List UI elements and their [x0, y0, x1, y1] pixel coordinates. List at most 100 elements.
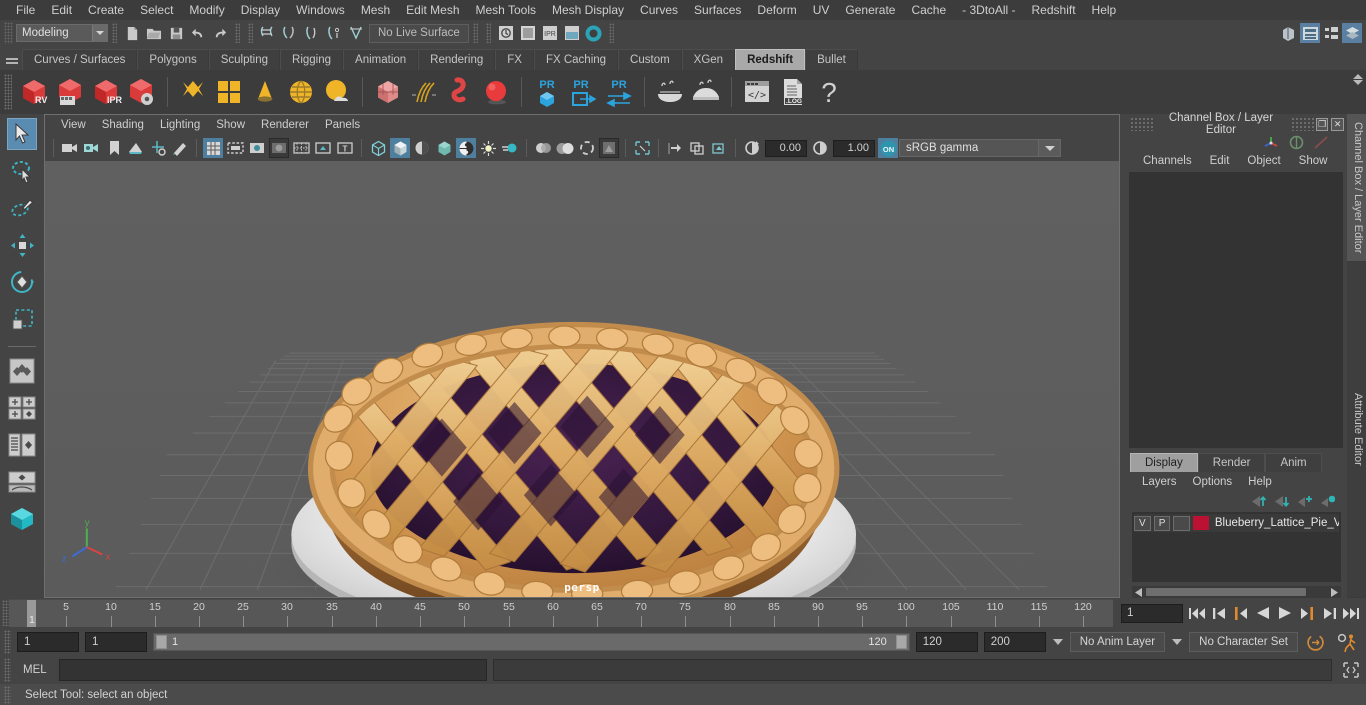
range-slider-right-handle[interactable] — [895, 635, 907, 649]
camera-attributes-icon[interactable] — [82, 138, 102, 158]
shelf-tab-rendering[interactable]: Rendering — [418, 49, 496, 70]
channel-box-content[interactable] — [1129, 172, 1343, 448]
perspective-viewport[interactable]: y z x persp — [45, 161, 1119, 597]
menu-edit-mesh[interactable]: Edit Mesh — [398, 0, 467, 20]
command-line-grip[interactable] — [4, 658, 11, 682]
shelf-grip[interactable] — [4, 74, 12, 110]
scroll-right-icon[interactable] — [1329, 587, 1338, 597]
layer-menu-help[interactable]: Help — [1240, 476, 1280, 488]
menu-set-selector[interactable]: Modeling — [16, 24, 108, 42]
shelf-scroll-down-icon[interactable] — [1353, 80, 1363, 85]
shelf-scroll-up-icon[interactable] — [1353, 74, 1363, 79]
script-editor-icon[interactable] — [1340, 659, 1362, 681]
wireframe-icon[interactable] — [368, 138, 388, 158]
exposure-value-field[interactable]: 0.00 — [765, 139, 807, 157]
layer-menu-layers[interactable]: Layers — [1134, 476, 1185, 488]
redshift-environment-button[interactable] — [319, 74, 355, 110]
redshift-light-cone-button[interactable] — [247, 74, 283, 110]
redo-icon[interactable] — [210, 23, 230, 43]
redshift-material-grid-button[interactable] — [211, 74, 247, 110]
safe-action-icon[interactable] — [313, 138, 333, 158]
shelf-menu-icon[interactable] — [2, 48, 22, 70]
channel-box-menu-channels[interactable]: Channels — [1134, 155, 1201, 167]
animation-preferences-icon[interactable] — [1336, 631, 1358, 653]
range-end-time-field[interactable]: 120 — [915, 632, 978, 652]
menu-mesh-display[interactable]: Mesh Display — [544, 0, 632, 20]
screen-space-ao-icon[interactable] — [478, 138, 498, 158]
shelf-tab-fx[interactable]: FX — [495, 49, 534, 70]
open-scene-icon[interactable] — [144, 23, 164, 43]
play-backwards-icon[interactable] — [1254, 603, 1272, 623]
viewport-menu-panels[interactable]: Panels — [317, 115, 368, 135]
snap-grid-icon[interactable] — [258, 23, 278, 43]
move-tool-button[interactable] — [7, 229, 37, 261]
viewport-menu-shading[interactable]: Shading — [94, 115, 152, 135]
help-line-grip[interactable] — [4, 685, 11, 704]
snap-projected-center-icon[interactable] — [324, 23, 344, 43]
shelf-tab-fx-caching[interactable]: FX Caching — [533, 49, 619, 70]
depth-of-field-icon[interactable] — [555, 138, 575, 158]
range-slider-grip[interactable] — [4, 630, 11, 654]
rotate-tool-button[interactable] — [7, 266, 37, 298]
modeling-toolkit-icon[interactable] — [1279, 23, 1299, 43]
render-settings-icon[interactable] — [562, 23, 582, 43]
command-input-field[interactable] — [58, 659, 487, 681]
move-layer-down-icon[interactable] — [1274, 495, 1289, 508]
redshift-bake-1-button[interactable] — [652, 74, 688, 110]
layer-list-horizontal-scrollbar[interactable] — [1132, 586, 1341, 598]
menu-generate[interactable]: Generate — [837, 0, 903, 20]
shelf-tab-sculpting[interactable]: Sculpting — [208, 49, 281, 70]
smooth-shade-icon[interactable] — [390, 138, 410, 158]
axis-gizmo-icon[interactable] — [1263, 135, 1280, 149]
close-icon[interactable]: ✕ — [1331, 117, 1344, 131]
exposure-reset-icon[interactable] — [687, 138, 707, 158]
redshift-volume-button[interactable] — [442, 74, 478, 110]
menu-edit[interactable]: Edit — [43, 0, 80, 20]
redshift-pr-object-button[interactable]: PR — [529, 74, 565, 110]
menu-curves[interactable]: Curves — [632, 0, 686, 20]
channel-box-menu-edit[interactable]: Edit — [1201, 155, 1239, 167]
undock-icon[interactable]: ❐ — [1315, 117, 1329, 131]
gamma-reset-icon[interactable] — [709, 138, 729, 158]
range-slider-left-handle[interactable] — [156, 635, 167, 649]
anim-layer-selector[interactable]: No Anim Layer — [1069, 632, 1166, 652]
viewport-menu-lighting[interactable]: Lighting — [152, 115, 208, 135]
tool-settings-icon[interactable] — [1321, 23, 1341, 43]
gamma-value-field[interactable]: 1.00 — [833, 139, 875, 157]
diagonal-line-icon[interactable] — [1313, 135, 1329, 150]
step-back-keyframe-icon[interactable] — [1210, 603, 1228, 623]
outliner-persp-layout-button[interactable] — [7, 429, 37, 461]
anim-end-time-field[interactable]: 200 — [983, 632, 1046, 652]
viewport-menu-view[interactable]: View — [53, 115, 94, 135]
step-forward-keyframe-icon[interactable] — [1320, 603, 1338, 623]
bookmark-icon[interactable] — [104, 138, 124, 158]
step-back-frame-icon[interactable] — [1232, 603, 1250, 623]
current-time-indicator[interactable]: 1 — [27, 600, 36, 627]
multisample-icon[interactable] — [533, 138, 553, 158]
ipr-render-icon[interactable]: IPR — [540, 23, 560, 43]
channel-box-grip[interactable] — [1130, 117, 1155, 131]
redshift-pr-export-button[interactable]: PR — [565, 74, 601, 110]
anim-layer-chevron-down-icon[interactable] — [1052, 633, 1064, 651]
range-slider[interactable]: 1 120 — [153, 633, 910, 651]
gate-mask-icon[interactable] — [269, 138, 289, 158]
character-set-chevron-down-icon[interactable] — [1171, 633, 1183, 651]
redshift-bake-2-button[interactable] — [688, 74, 724, 110]
redshift-render-view-button[interactable]: RV — [16, 74, 52, 110]
new-layer-icon[interactable] — [1297, 495, 1312, 508]
redshift-sphere-button[interactable] — [478, 74, 514, 110]
live-surface-field[interactable]: No Live Surface — [369, 23, 469, 43]
menu-modify[interactable]: Modify — [181, 0, 232, 20]
color-management-icon[interactable]: ON — [878, 138, 898, 158]
gamma-icon[interactable] — [810, 138, 830, 158]
construction-history-icon[interactable] — [496, 23, 516, 43]
shelf-tab-curves-surfaces[interactable]: Curves / Surfaces — [22, 49, 138, 70]
paint-select-tool-button[interactable] — [7, 192, 37, 224]
play-forwards-icon[interactable] — [1276, 603, 1294, 623]
layer-visibility-toggle[interactable]: V — [1134, 515, 1151, 531]
shelf-tab-animation[interactable]: Animation — [343, 49, 419, 70]
anim-start-time-field[interactable]: 1 — [17, 632, 79, 652]
grid-icon[interactable] — [203, 138, 223, 158]
redshift-dome-light-button[interactable] — [283, 74, 319, 110]
scale-tool-button[interactable] — [7, 303, 37, 335]
